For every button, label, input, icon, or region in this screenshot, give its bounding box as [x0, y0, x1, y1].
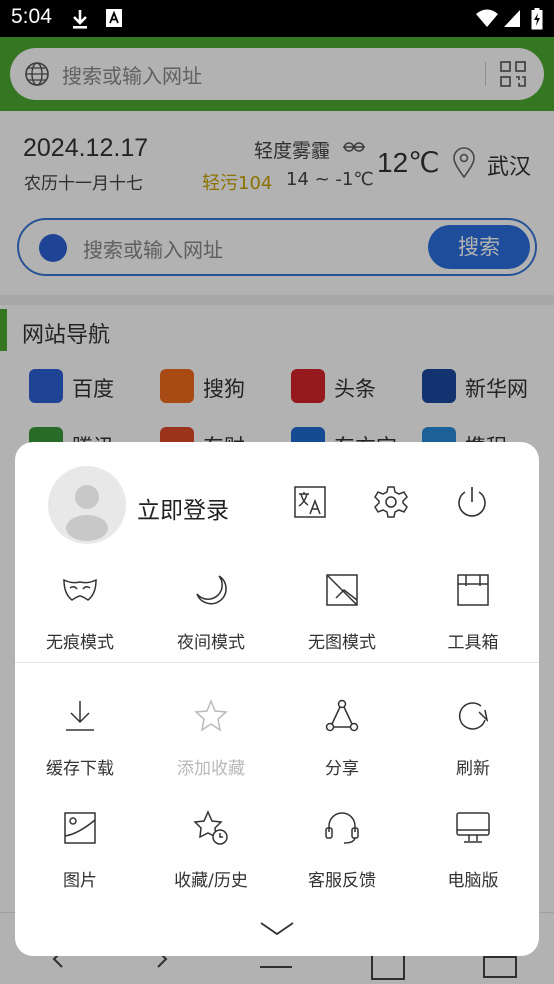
share-item[interactable]: 分享 — [282, 698, 402, 788]
customer-feedback-item[interactable]: 客服反馈 — [282, 810, 402, 900]
desktop-monitor-icon — [456, 812, 490, 843]
chevron-down-icon[interactable] — [259, 920, 295, 938]
add-bookmark-item[interactable]: 添加收藏 — [151, 698, 271, 788]
font-status-icon — [106, 9, 122, 27]
incognito-mode-item[interactable]: 无痕模式 — [20, 572, 140, 662]
toolbox-icon — [457, 574, 489, 606]
no-image-mode-item[interactable]: 无图模式 — [282, 572, 402, 662]
menu-item-label: 无图模式 — [308, 633, 376, 653]
refresh-icon — [458, 702, 489, 730]
menu-item-label: 刷新 — [456, 759, 490, 779]
moon-icon — [196, 575, 227, 605]
user-avatar[interactable] — [48, 466, 126, 544]
menu-item-label: 客服反馈 — [308, 871, 376, 891]
headset-icon — [325, 812, 359, 844]
menu-item-label: 图片 — [63, 871, 97, 891]
power-icon[interactable] — [454, 484, 490, 520]
default-avatar-icon — [66, 485, 108, 541]
wifi-icon — [476, 9, 498, 27]
menu-item-label: 工具箱 — [447, 633, 499, 653]
login-link[interactable]: 立即登录 — [137, 491, 229, 525]
no-image-icon — [326, 574, 358, 606]
menu-item-label: 缓存下载 — [46, 759, 114, 779]
refresh-item[interactable]: 刷新 — [413, 698, 533, 788]
menu-item-label: 分享 — [325, 759, 359, 779]
toolbox-item[interactable]: 工具箱 — [413, 572, 533, 662]
download-item[interactable]: 缓存下载 — [20, 698, 140, 788]
menu-item-label: 添加收藏 — [177, 759, 245, 779]
browser-menu-panel: 立即登录 无痕模式 夜间模式 无图模式 工具箱 缓存下载 添加收藏 分享 刷新 … — [15, 442, 539, 956]
download-icon — [66, 701, 94, 731]
download-status-icon — [73, 10, 87, 29]
status-bar: 5:04 — [0, 0, 554, 37]
image-icon — [64, 812, 96, 844]
translate-icon[interactable] — [292, 484, 328, 520]
settings-gear-icon[interactable] — [373, 484, 409, 520]
signal-icon — [504, 10, 520, 27]
image-item[interactable]: 图片 — [20, 810, 140, 900]
night-mode-item[interactable]: 夜间模式 — [151, 572, 271, 662]
bookmarks-history-item[interactable]: 收藏/历史 — [151, 810, 271, 900]
mask-icon — [63, 578, 97, 601]
share-icon — [325, 699, 359, 732]
status-time: 5:04 — [11, 5, 52, 28]
menu-item-label: 收藏/历史 — [174, 871, 248, 891]
star-clock-icon — [193, 810, 228, 845]
menu-divider — [15, 662, 539, 663]
desktop-version-item[interactable]: 电脑版 — [413, 810, 533, 900]
battery-charging-icon — [531, 8, 543, 30]
star-icon — [194, 698, 228, 732]
menu-item-label: 无痕模式 — [46, 633, 114, 653]
menu-item-label: 电脑版 — [447, 871, 499, 891]
menu-item-label: 夜间模式 — [177, 633, 245, 653]
